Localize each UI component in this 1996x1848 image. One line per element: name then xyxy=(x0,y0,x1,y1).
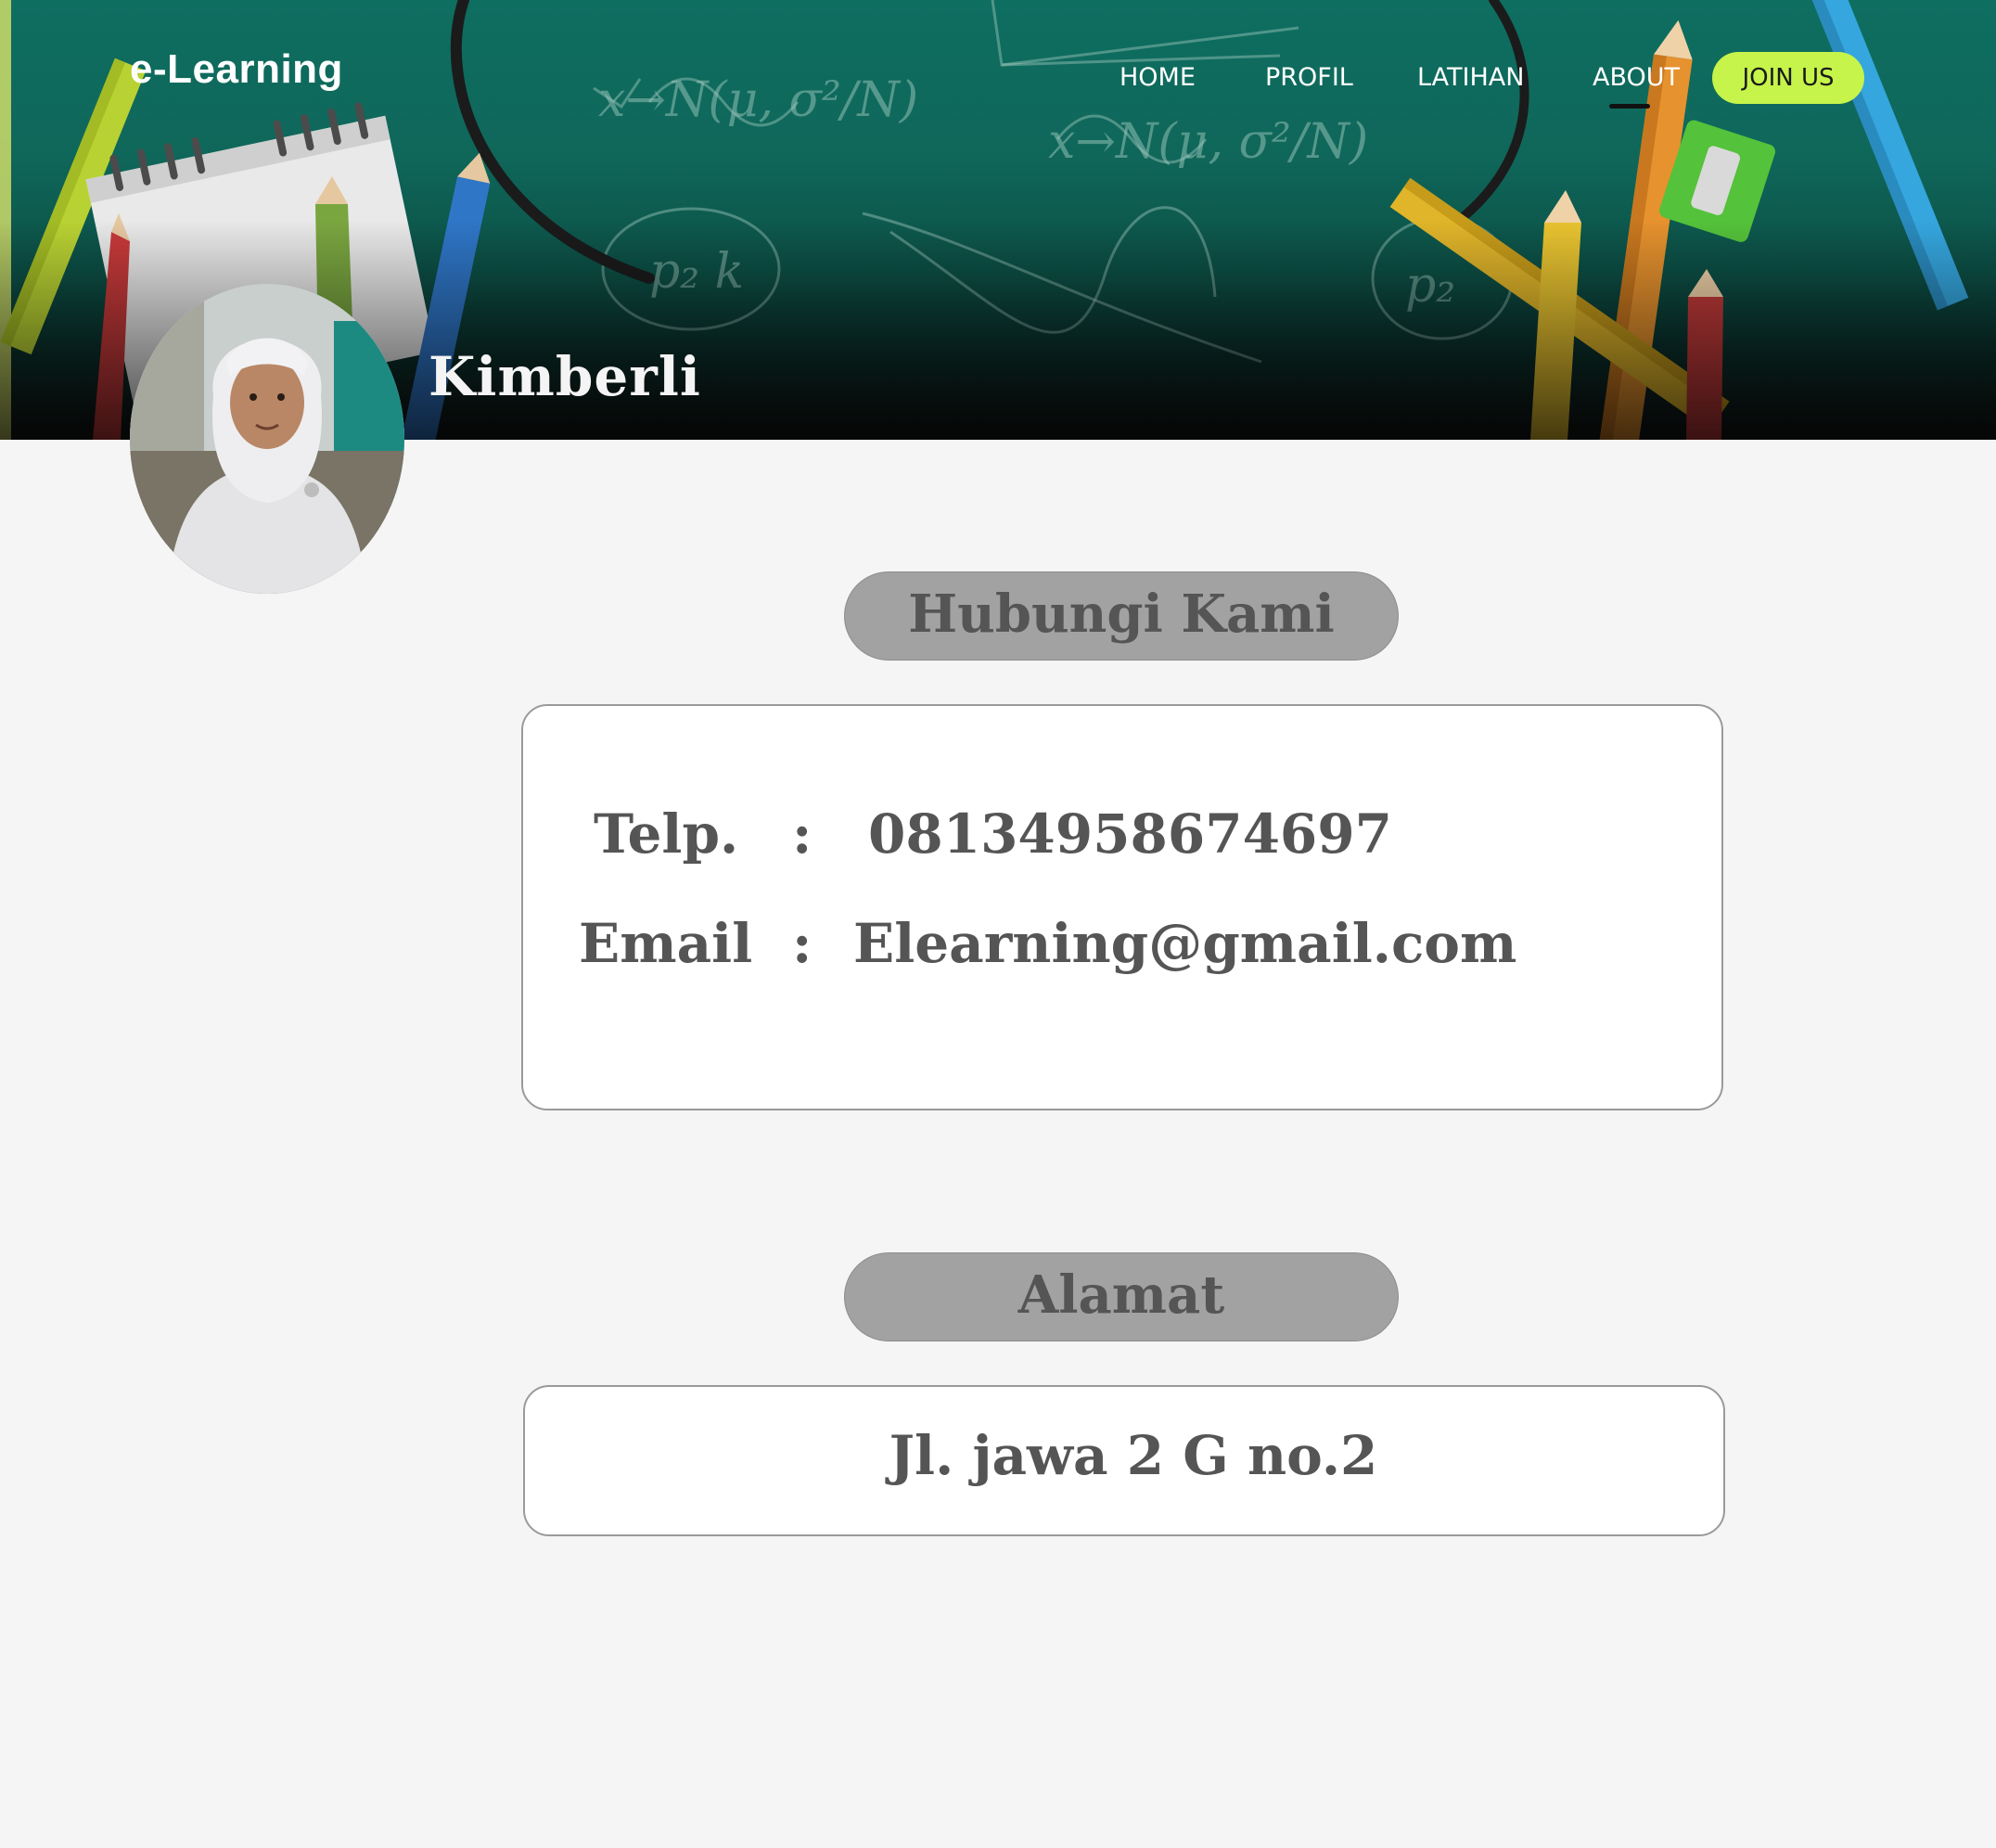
telp-separator: : xyxy=(792,802,812,866)
telp-label: Telp. xyxy=(594,802,739,866)
telp-value: 08134958674697 xyxy=(868,802,1392,866)
active-nav-indicator xyxy=(1609,104,1650,109)
join-us-button[interactable]: JOIN US xyxy=(1712,52,1864,104)
email-separator: : xyxy=(792,912,812,975)
contact-card: Telp. : 08134958674697 Email : Elearning… xyxy=(521,704,1723,1110)
email-label: Email xyxy=(579,912,753,975)
nav-about[interactable]: ABOUT xyxy=(1593,63,1681,109)
contact-heading: Hubungi Kami xyxy=(844,571,1399,661)
address-card: Jl. jawa 2 G no.2 xyxy=(523,1385,1725,1536)
profile-avatar xyxy=(130,284,404,594)
email-value: Elearning@gmail.com xyxy=(853,912,1517,975)
nav-latihan[interactable]: LATIHAN xyxy=(1417,63,1524,92)
profile-name: Kimberli xyxy=(429,345,701,408)
profile-photo xyxy=(130,284,404,594)
main-nav: HOME PROFIL LATIHAN ABOUT xyxy=(0,48,1996,113)
nav-profil[interactable]: PROFIL xyxy=(1265,63,1353,92)
address-value: Jl. jawa 2 G no.2 xyxy=(889,1424,1378,1487)
nav-about-label: ABOUT xyxy=(1593,63,1681,92)
nav-home[interactable]: HOME xyxy=(1120,63,1196,92)
address-heading: Alamat xyxy=(844,1252,1399,1341)
